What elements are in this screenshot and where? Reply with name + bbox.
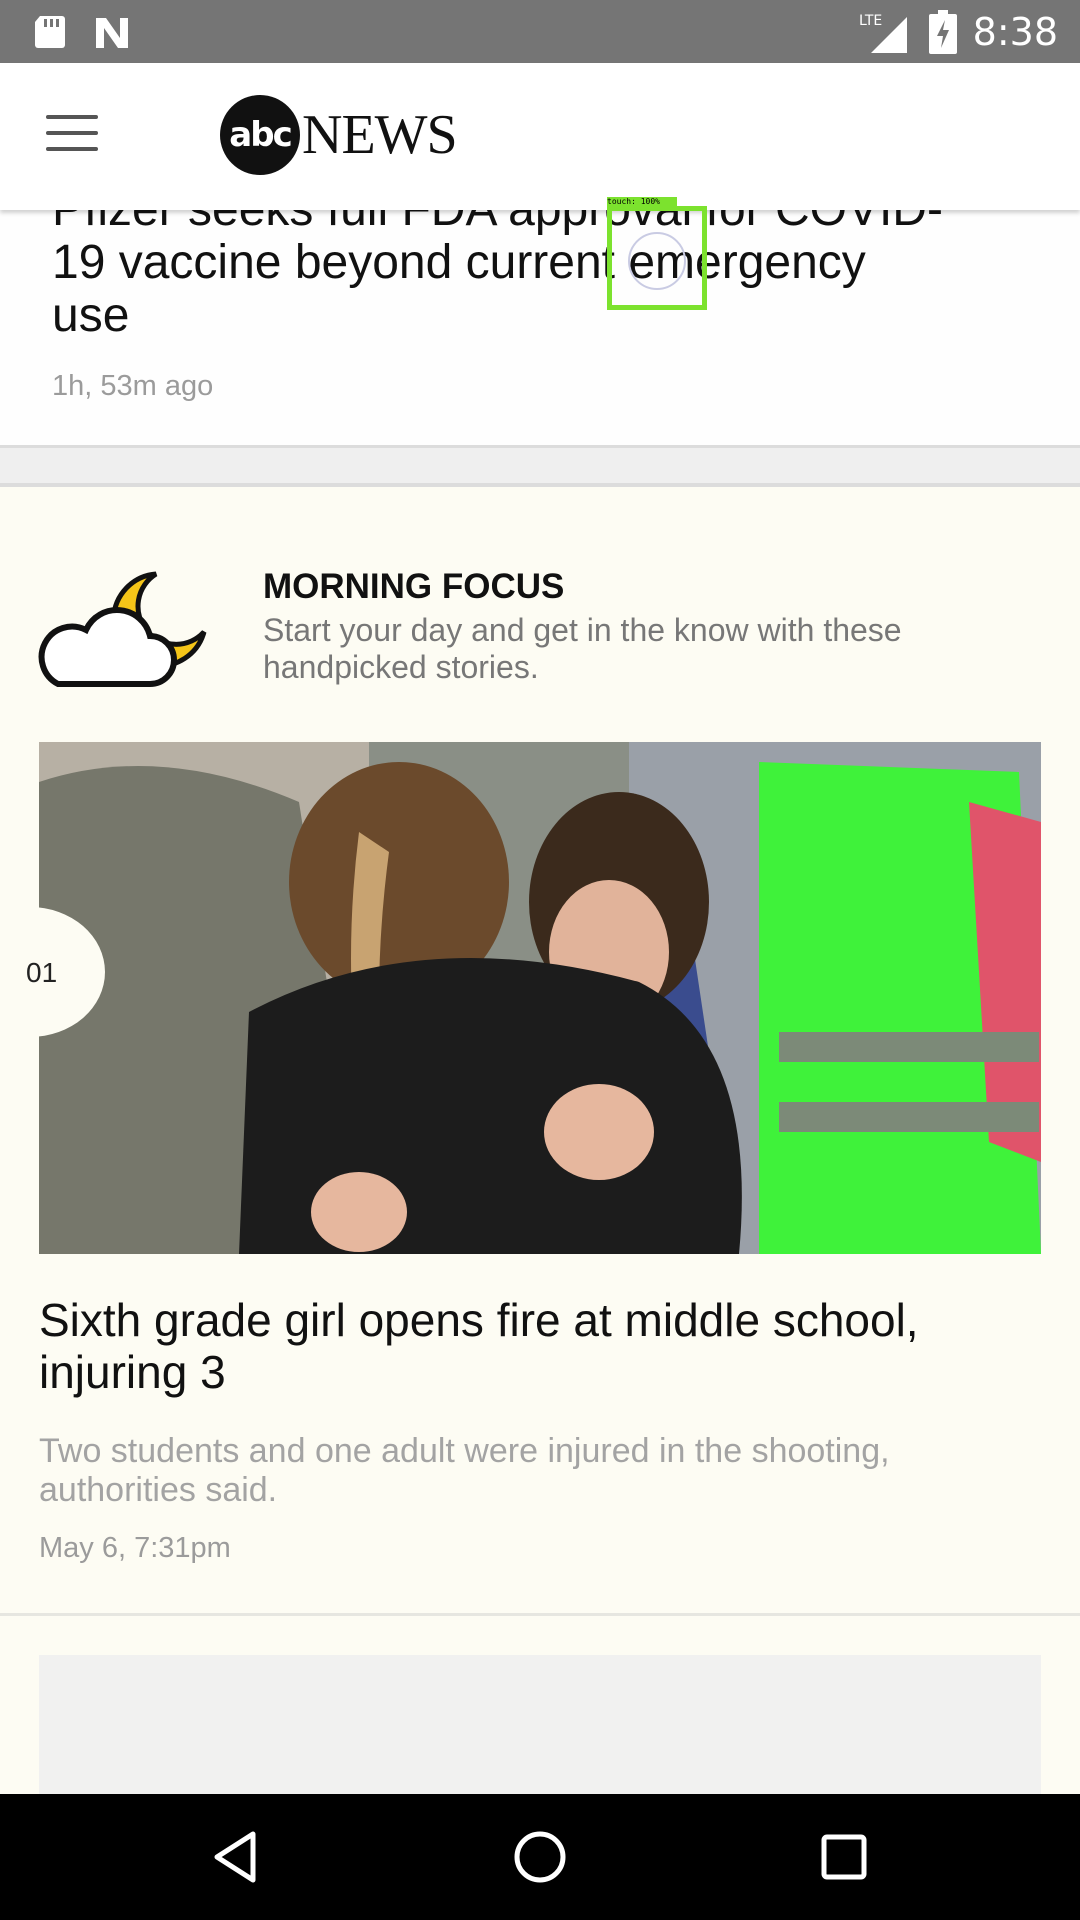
section-bottom-divider [0, 1613, 1080, 1616]
status-time: 8:38 [972, 9, 1058, 54]
navigation-bar [0, 1794, 1080, 1920]
abc-news-logo: abc NEWS [220, 95, 458, 175]
section-divider [0, 448, 1080, 483]
touch-ripple [628, 232, 686, 290]
story-date: May 6, 7:31pm [39, 1532, 231, 1564]
story-summary: Two students and one adult were injured … [39, 1432, 890, 1509]
story-image[interactable] [39, 742, 1041, 1254]
lte-signal-icon: LTE [859, 13, 907, 53]
logo-word: NEWS [302, 104, 458, 166]
n-notification-icon [96, 18, 128, 48]
morning-focus-title: MORNING FOCUS [263, 567, 565, 606]
app-bar: abc NEWS [0, 63, 1080, 210]
story-photo [39, 742, 1041, 1254]
battery-charging-icon [928, 9, 957, 54]
top-story-time: 1h, 53m ago [52, 370, 214, 402]
logo-mark: abc [220, 95, 300, 175]
morning-focus-section: MORNING FOCUS Start your day and get in … [0, 522, 1080, 1612]
cloud-moon-icon [38, 571, 207, 687]
home-icon[interactable] [507, 1824, 573, 1890]
sd-card-icon [35, 16, 65, 48]
next-story-placeholder[interactable] [39, 1655, 1041, 1795]
recent-apps-icon[interactable] [811, 1824, 877, 1890]
svg-text:LTE: LTE [859, 13, 882, 29]
morning-focus-subtitle: Start your day and get in the know with … [263, 612, 902, 685]
story-headline[interactable]: Sixth grade girl opens fire at middle sc… [39, 1294, 1049, 1398]
divider-line [0, 483, 1080, 487]
rank-number: 01 [26, 957, 58, 988]
status-bar: LTE 8:38 [0, 0, 1080, 63]
hamburger-menu-icon[interactable] [46, 115, 98, 155]
back-icon[interactable] [203, 1824, 269, 1890]
